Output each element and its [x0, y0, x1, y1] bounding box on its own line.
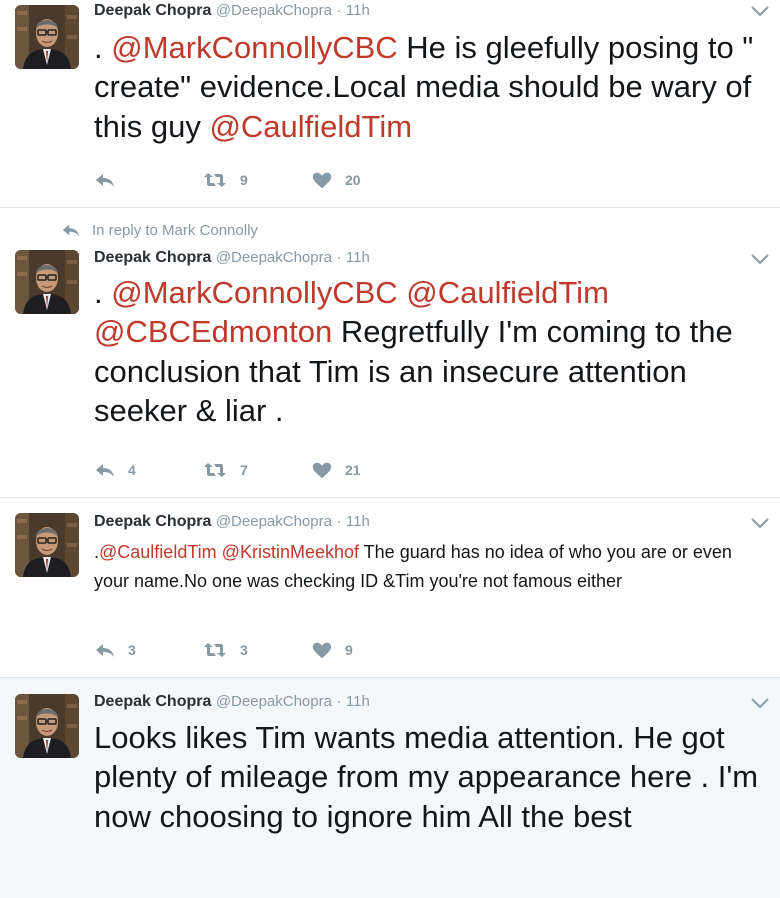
retweet-count: 7 — [240, 462, 248, 478]
reply-count: 3 — [128, 642, 136, 658]
tweet[interactable]: Deepak Chopra @DeepakChopra · 11h Looks … — [0, 678, 780, 898]
reply-context-label: In reply to Mark Connolly — [92, 221, 258, 239]
mention-link[interactable]: @MarkConnollyCBC — [111, 275, 397, 310]
reply-button[interactable]: 4 — [94, 458, 136, 482]
author-handle[interactable]: @DeepakChopra — [216, 693, 332, 710]
author-name[interactable]: Deepak Chopra — [94, 2, 211, 19]
like-button[interactable]: 20 — [311, 168, 361, 192]
separator: · — [336, 513, 342, 530]
tweet-actions: 4 7 21 — [94, 458, 394, 482]
tweet-header: Deepak Chopra @DeepakChopra · 11h — [94, 2, 370, 20]
author-handle[interactable]: @DeepakChopra — [216, 513, 332, 530]
chevron-down-icon[interactable] — [750, 516, 770, 530]
tweet-text: . @MarkConnollyCBC He is gleefully posin… — [94, 28, 766, 146]
tweet-actions: 3 3 9 — [94, 638, 394, 662]
tweet-header: Deepak Chopra @DeepakChopra · 11h — [94, 693, 370, 711]
chevron-down-icon[interactable] — [750, 4, 770, 18]
retweet-button[interactable]: 3 — [202, 638, 248, 662]
tweet-text: Looks likes Tim wants media attention. H… — [94, 718, 766, 836]
timestamp[interactable]: 11h — [346, 249, 370, 266]
retweet-button[interactable]: 7 — [202, 458, 248, 482]
timestamp[interactable]: 11h — [346, 513, 370, 530]
tweet-text: .@CaulfieldTim @KristinMeekhof The guard… — [94, 538, 766, 596]
reply-icon — [96, 644, 114, 657]
like-button[interactable]: 21 — [311, 458, 361, 482]
tweet[interactable]: Deepak Chopra @DeepakChopra · 11h . @Mar… — [0, 0, 780, 208]
mention-link[interactable]: @MarkConnollyCBC — [111, 30, 397, 65]
avatar[interactable] — [15, 250, 79, 314]
like-count: 9 — [345, 642, 353, 658]
tweet-text-segment: . — [94, 30, 112, 65]
like-button[interactable]: 9 — [311, 638, 353, 662]
reply-count: 4 — [128, 462, 136, 478]
tweet[interactable]: In reply to Mark Connolly Deepak Chopra … — [0, 208, 780, 498]
like-count: 21 — [345, 462, 361, 478]
mention-link[interactable]: @CaulfieldTim — [99, 542, 217, 562]
chevron-down-icon[interactable] — [750, 252, 770, 266]
reply-button[interactable]: 3 — [94, 638, 136, 662]
chevron-down-icon[interactable] — [750, 696, 770, 710]
retweet-icon — [204, 463, 226, 477]
tweet-header: Deepak Chopra @DeepakChopra · 11h — [94, 249, 370, 267]
reply-icon — [62, 224, 80, 237]
tweet-text: . @MarkConnollyCBC @CaulfieldTim @CBCEdm… — [94, 273, 766, 430]
mention-link[interactable]: @CaulfieldTim — [406, 275, 609, 310]
separator: · — [336, 693, 342, 710]
mention-link[interactable]: @CBCEdmonton — [94, 314, 332, 349]
retweet-icon — [204, 173, 226, 187]
mention-link[interactable]: @KristinMeekhof — [222, 542, 359, 562]
tweet-actions: 9 20 — [94, 168, 394, 192]
author-name[interactable]: Deepak Chopra — [94, 249, 211, 266]
reply-icon — [96, 174, 114, 187]
heart-icon — [312, 462, 332, 479]
mention-link[interactable]: @CaulfieldTim — [209, 109, 412, 144]
retweet-button[interactable]: 9 — [202, 168, 248, 192]
reply-context[interactable]: In reply to Mark Connolly — [60, 221, 258, 239]
timestamp[interactable]: 11h — [346, 693, 370, 710]
heart-icon — [312, 642, 332, 659]
tweet-text-segment: Looks likes Tim wants media attention. H… — [94, 720, 759, 834]
tweet-text-segment — [398, 275, 407, 310]
author-name[interactable]: Deepak Chopra — [94, 513, 211, 530]
avatar[interactable] — [15, 5, 79, 69]
author-name[interactable]: Deepak Chopra — [94, 693, 211, 710]
retweet-icon — [204, 643, 226, 657]
timestamp[interactable]: 11h — [346, 2, 370, 19]
author-handle[interactable]: @DeepakChopra — [216, 2, 332, 19]
avatar[interactable] — [15, 513, 79, 577]
retweet-count: 9 — [240, 172, 248, 188]
separator: · — [336, 249, 342, 266]
heart-icon — [312, 172, 332, 189]
like-count: 20 — [345, 172, 361, 188]
reply-icon — [96, 464, 114, 477]
separator: · — [336, 2, 342, 19]
avatar[interactable] — [15, 694, 79, 758]
reply-button[interactable] — [94, 168, 128, 192]
tweet-text-segment: . — [94, 275, 112, 310]
author-handle[interactable]: @DeepakChopra — [216, 249, 332, 266]
retweet-count: 3 — [240, 642, 248, 658]
tweet[interactable]: Deepak Chopra @DeepakChopra · 11h .@Caul… — [0, 498, 780, 678]
tweet-header: Deepak Chopra @DeepakChopra · 11h — [94, 513, 370, 531]
